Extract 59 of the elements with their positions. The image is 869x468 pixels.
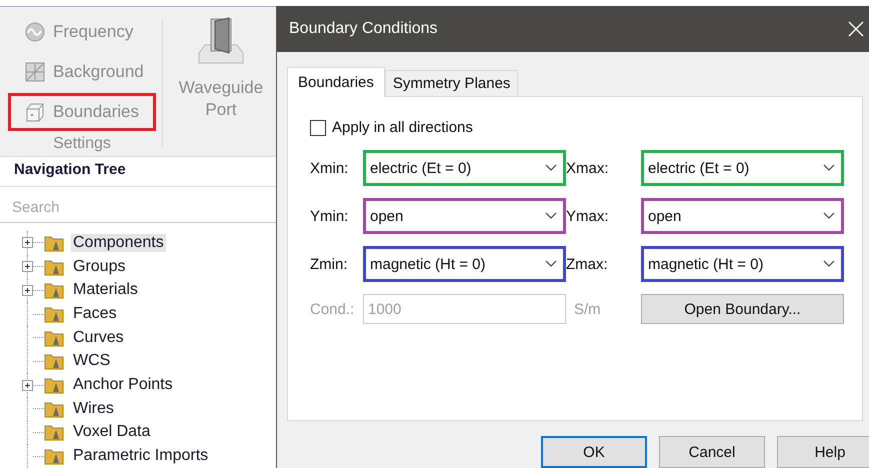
tree-item[interactable]: Parametric Imports xyxy=(71,447,210,466)
folder-icon xyxy=(44,376,64,394)
dropdown[interactable]: magnetic (Ht = 0) xyxy=(641,246,844,282)
dropdown[interactable]: open xyxy=(641,198,844,234)
tree-item[interactable]: Voxel Data xyxy=(71,423,152,442)
group-label: Settings xyxy=(53,135,111,153)
caret-icon xyxy=(823,260,835,268)
folder-icon xyxy=(44,281,64,300)
folder-icon xyxy=(44,328,64,347)
expand-icon[interactable] xyxy=(22,284,33,296)
tree-item[interactable]: Components xyxy=(71,234,166,252)
open-boundary-button[interactable]: Open Boundary... xyxy=(641,294,844,324)
dialog-title: Boundary Conditions xyxy=(289,20,438,38)
caret-icon xyxy=(545,260,557,268)
tab[interactable]: Boundaries xyxy=(287,67,385,97)
dropdown[interactable]: open xyxy=(363,198,566,234)
caret-icon xyxy=(823,212,835,220)
cube-icon xyxy=(25,102,45,122)
field-label: Xmin: xyxy=(310,160,350,176)
tree-item[interactable]: Materials xyxy=(71,281,140,300)
caret-icon xyxy=(545,164,557,172)
unit-label: S/m xyxy=(573,300,602,318)
field-label: Cond.: xyxy=(310,300,356,318)
caret-icon xyxy=(823,164,835,172)
field-label: Xmax: xyxy=(566,160,610,176)
tree-item[interactable]: Curves xyxy=(71,328,126,347)
expand-icon[interactable] xyxy=(22,237,33,248)
field-label: Zmin: xyxy=(310,256,348,272)
dialog-button[interactable]: Cancel xyxy=(659,436,765,468)
tab[interactable]: Symmetry Planes xyxy=(384,70,518,96)
folder-icon xyxy=(44,234,64,252)
grid-icon xyxy=(25,62,45,82)
dialog-button[interactable]: Help xyxy=(777,436,869,468)
caret-icon xyxy=(545,212,557,220)
tree-item[interactable]: Faces xyxy=(71,305,119,324)
close-icon[interactable] xyxy=(848,21,864,37)
dropdown[interactable]: electric (Et = 0) xyxy=(641,150,844,186)
folder-icon xyxy=(44,352,64,370)
folder-icon xyxy=(44,305,64,324)
tree-item[interactable]: Wires xyxy=(71,400,116,418)
tree-item[interactable]: Anchor Points xyxy=(71,376,175,394)
expand-icon[interactable] xyxy=(22,261,33,272)
dropdown[interactable]: electric (Et = 0) xyxy=(363,150,566,186)
folder-icon xyxy=(44,400,64,418)
field-label: Ymax: xyxy=(566,208,610,224)
checkbox[interactable] xyxy=(310,120,326,136)
folder-icon xyxy=(44,447,64,466)
tree-item[interactable]: Groups xyxy=(71,258,128,276)
dropdown[interactable]: magnetic (Ht = 0) xyxy=(363,246,566,282)
expand-icon[interactable] xyxy=(22,380,33,391)
wave-icon xyxy=(25,22,45,42)
field-label: Zmax: xyxy=(566,256,609,272)
folder-icon xyxy=(44,258,64,276)
dialog-button[interactable]: OK xyxy=(541,436,647,468)
tree-item[interactable]: WCS xyxy=(71,352,112,370)
field-label: Ymin: xyxy=(310,208,350,224)
folder-icon xyxy=(44,423,64,442)
checkbox-label: Apply in all directions xyxy=(332,119,473,136)
door-icon xyxy=(197,17,245,65)
